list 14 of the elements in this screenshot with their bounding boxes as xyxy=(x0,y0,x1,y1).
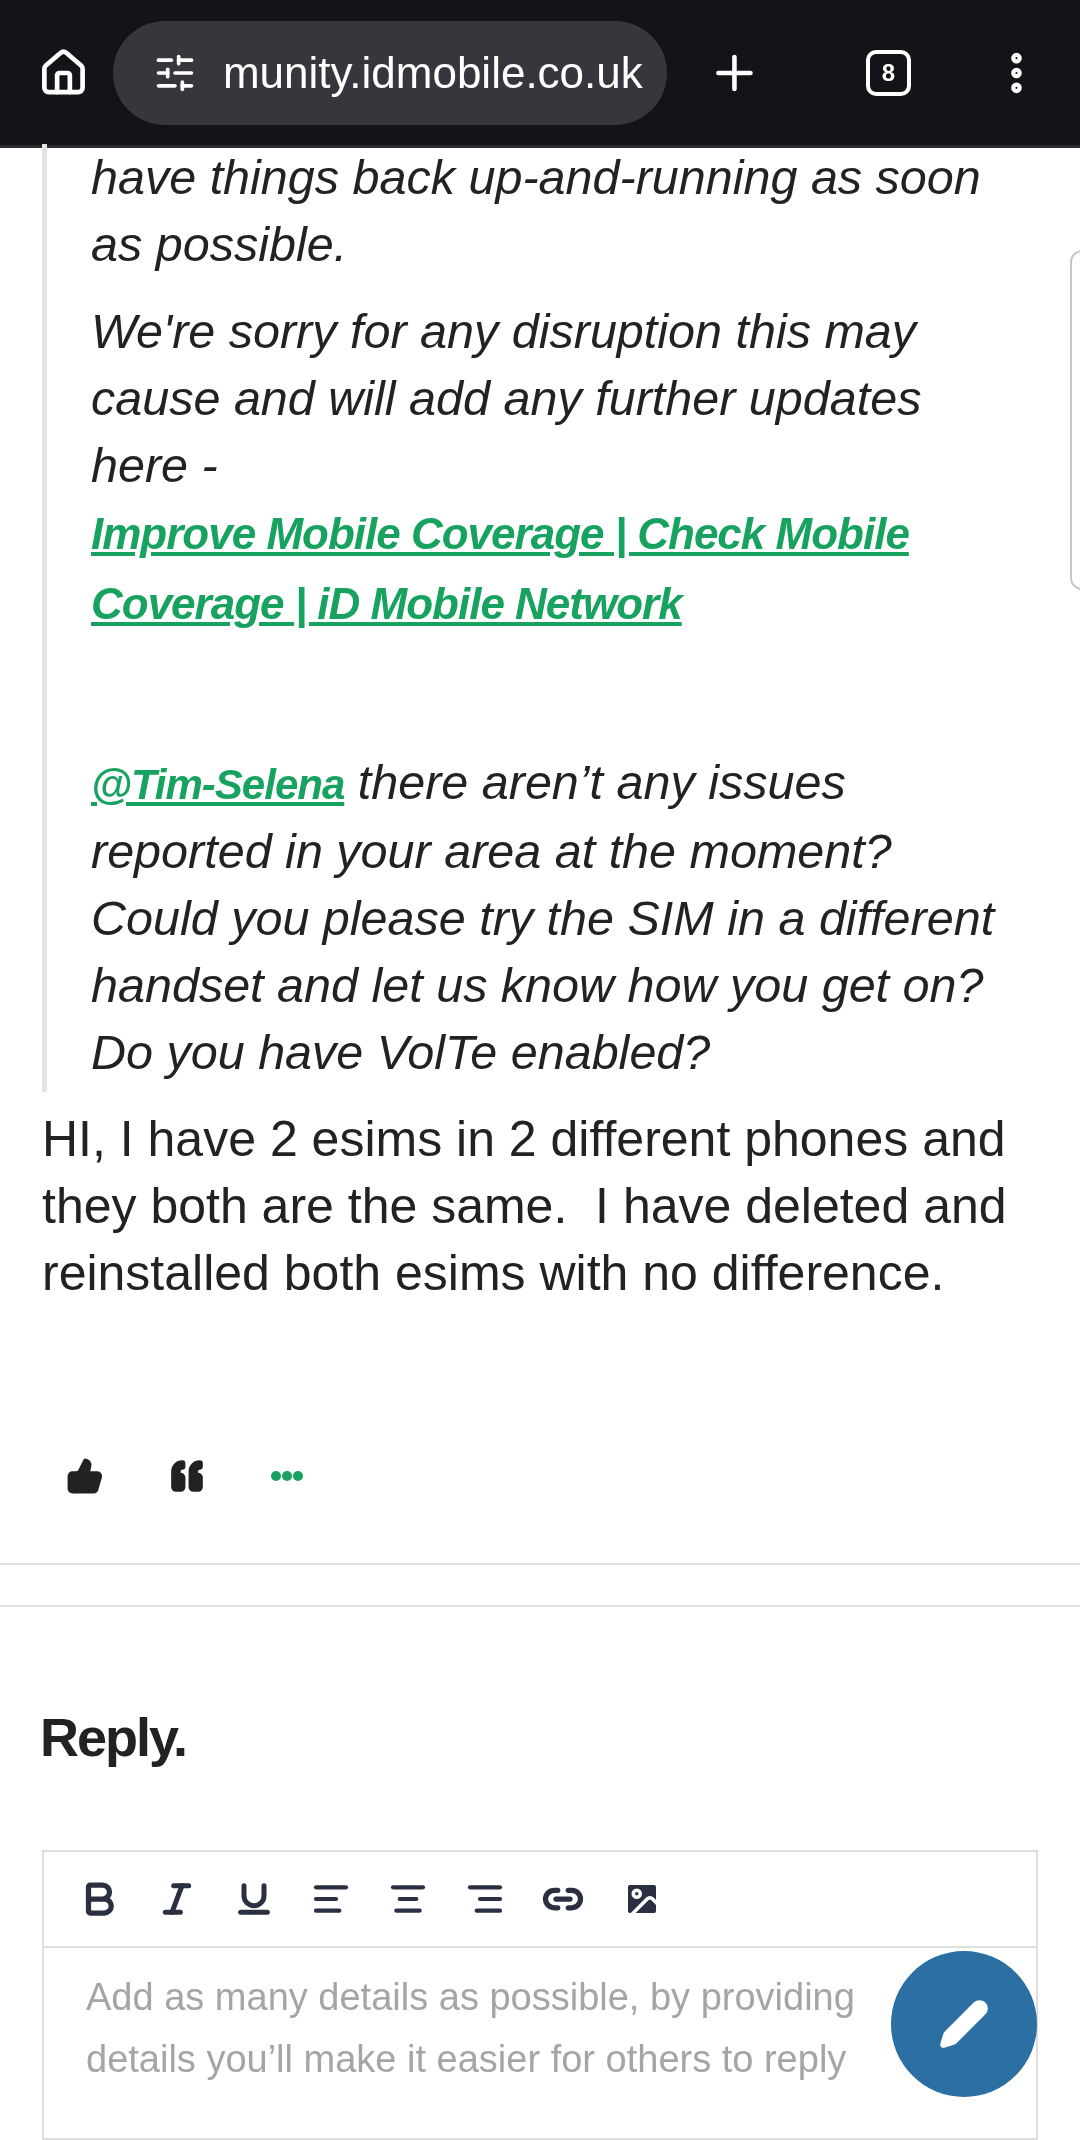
address-bar[interactable]: munity.idmobile.co.uk xyxy=(112,20,667,125)
quote-text: We're sorry for any disruption this may cause and will add any further updates here - xyxy=(91,304,922,492)
quote-icon[interactable] xyxy=(168,1457,206,1495)
tab-count[interactable]: 8 xyxy=(865,49,912,96)
url-text: munity.idmobile.co.uk xyxy=(222,46,643,99)
pencil-icon xyxy=(938,1998,990,2050)
thumbs-up-icon[interactable] xyxy=(66,1457,104,1495)
quote-text: @Tim-Selena there aren’t any issues reported in your area at the moment? Could you please try the SIM in a different handset and let us know how you get on? Do you have VolTe enabled? xyxy=(91,754,997,1081)
post-text: HI, I have 2 esims in 2 different phones and they both are the same. I have deleted and reinstalled both esims with no difference. xyxy=(42,1110,1008,1303)
reply-heading: Reply. xyxy=(40,1706,188,1769)
quote-text: have things back up-and-running as soon as possible. xyxy=(91,150,981,271)
more-icon[interactable] xyxy=(270,1470,304,1482)
reply-field[interactable]: Add as many details as possible, by providing details you’ll make it easier for others to reply xyxy=(44,1948,886,2098)
editor[interactable]: Add as many details as possible, by providing details you’ll make it easier for others to reply xyxy=(42,1850,1038,2140)
